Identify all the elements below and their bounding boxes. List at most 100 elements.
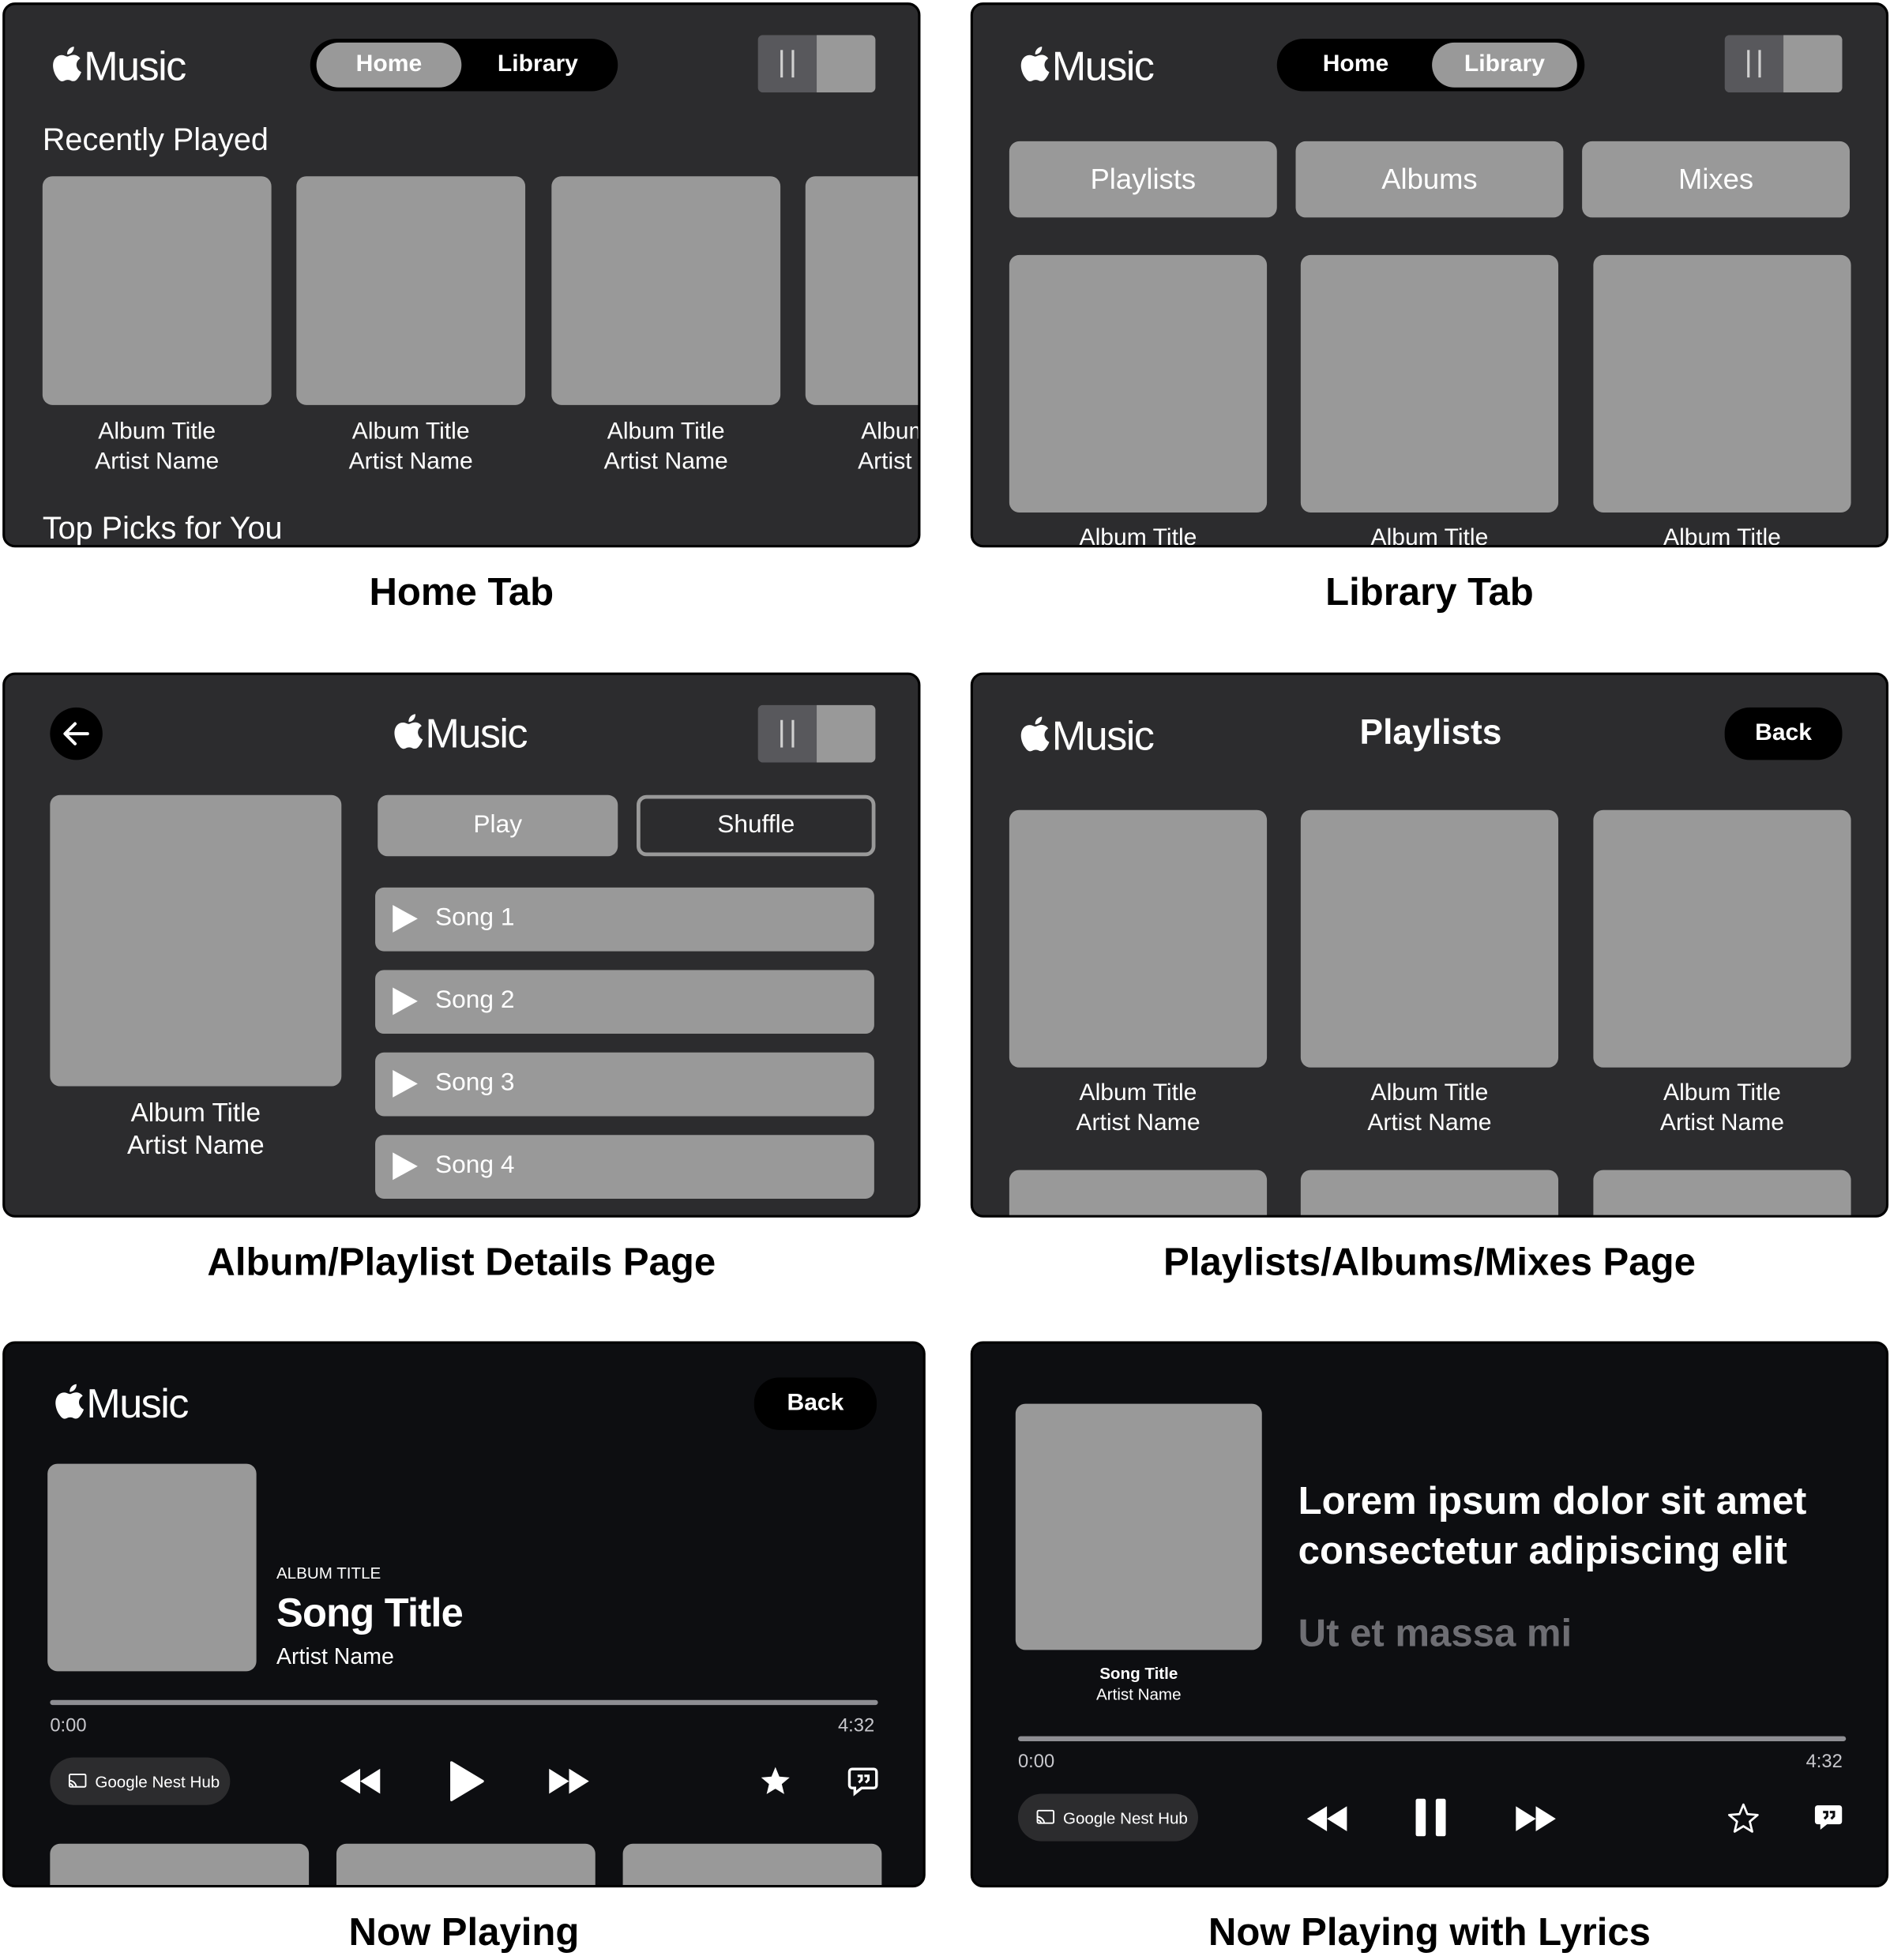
back-arrow-icon: [63, 722, 89, 745]
tab-library[interactable]: Library: [465, 43, 611, 88]
cast-device-button[interactable]: Google Nest Hub: [1017, 1793, 1198, 1842]
up-next-card[interactable]: [50, 1843, 310, 1886]
playlists-screen: Music Playlists Back Album Title Artist N…: [970, 672, 1889, 1218]
album-caption: Album Title Artist Name: [296, 418, 525, 478]
artist-name: Artist Name: [348, 449, 473, 475]
artist-name: Artist Name: [126, 1131, 265, 1160]
song-row[interactable]: Song 2: [375, 970, 874, 1034]
song-row[interactable]: Song 1: [375, 887, 874, 952]
artist-name: Artist Name: [95, 449, 220, 475]
lyrics-bubble-icon[interactable]: [1812, 1801, 1844, 1834]
mixes-category-button[interactable]: Mixes: [1582, 141, 1850, 218]
album-title: Album Title: [861, 419, 918, 445]
cast-device-name: Google Nest Hub: [1062, 1808, 1188, 1827]
back-arrow-button[interactable]: [50, 707, 103, 760]
pause-bars-icon: [1724, 35, 1784, 93]
progress-bar[interactable]: [50, 1699, 878, 1706]
star-outline-icon[interactable]: [1727, 1803, 1760, 1835]
playlist-artwork[interactable]: [1300, 809, 1559, 1068]
album-artwork[interactable]: [1593, 254, 1851, 513]
layout-toggle[interactable]: [1724, 35, 1843, 93]
artist-name: Artist Name: [1096, 1684, 1182, 1704]
playlist-artwork[interactable]: [1593, 809, 1851, 1068]
play-triangle-icon: [393, 1152, 418, 1181]
library-tab-caption: Library Tab: [1325, 569, 1534, 614]
total-time: 4:32: [837, 1714, 875, 1737]
album-artwork[interactable]: [1300, 254, 1559, 513]
home-screen: Music Home Library Recently Played Album…: [2, 2, 921, 548]
album-title-label: ALBUM TITLE: [276, 1564, 381, 1583]
artist-name: Artist Name: [858, 449, 918, 475]
album-title: Album Title: [1663, 1080, 1781, 1106]
app-logo: Music: [392, 710, 528, 757]
shuffle-button[interactable]: Shuffle: [637, 794, 876, 857]
playlist-artwork[interactable]: [1009, 809, 1268, 1068]
album-title: Album Title: [1079, 524, 1197, 548]
tab-home[interactable]: Home: [316, 42, 462, 88]
back-button[interactable]: Back: [1724, 707, 1843, 760]
app-logo: Music: [1018, 712, 1155, 760]
up-next-card[interactable]: [336, 1843, 596, 1886]
album-title: Album Title: [1079, 1080, 1197, 1106]
apple-logo-icon: [1020, 716, 1050, 752]
albums-category-button[interactable]: Albums: [1295, 141, 1564, 218]
up-next-card[interactable]: [622, 1843, 882, 1886]
lyric-current-line: Lorem ipsum dolor sit amet consectetur a…: [1298, 1478, 1807, 1573]
fast-forward-icon[interactable]: [549, 1768, 589, 1794]
apple-logo-icon: [394, 714, 423, 749]
album-caption: Album Title Artist Name: [50, 1098, 341, 1162]
details-page-caption: Album/Playlist Details Page: [207, 1240, 716, 1284]
rewind-icon[interactable]: [340, 1768, 381, 1794]
cast-device-button[interactable]: Google Nest Hub: [50, 1757, 231, 1805]
star-icon[interactable]: [759, 1765, 791, 1797]
app-logo: Music: [53, 1380, 189, 1428]
apple-logo-icon: [53, 47, 81, 81]
play-button[interactable]: Play: [378, 794, 618, 857]
pause-bars-icon: [757, 704, 817, 763]
tab-home[interactable]: Home: [1283, 43, 1429, 88]
album-caption: Album Title Artist Name: [551, 418, 780, 478]
album-caption: Album Title Artist Name: [806, 418, 918, 478]
play-icon[interactable]: [449, 1761, 484, 1801]
details-screen: Music Album Title Artist Name Play Shuff…: [2, 672, 921, 1218]
home-tab-caption: Home Tab: [369, 569, 554, 614]
play-triangle-icon: [393, 987, 418, 1016]
song-label: Song 1: [435, 903, 515, 932]
top-picks-heading: Top Picks for You: [42, 511, 283, 546]
album-artwork[interactable]: [551, 176, 781, 405]
app-logo-text: Music: [1051, 712, 1155, 759]
lyric-next-line: Ut et massa mi: [1298, 1611, 1572, 1655]
fast-forward-icon[interactable]: [1516, 1806, 1556, 1831]
playlists-page-caption: Playlists/Albums/Mixes Page: [1163, 1240, 1696, 1284]
song-label: Song 2: [435, 986, 515, 1014]
app-logo: Music: [50, 43, 186, 90]
back-button[interactable]: Back: [753, 1377, 877, 1430]
song-row[interactable]: Song 4: [375, 1135, 874, 1200]
total-time: 4:32: [1805, 1751, 1843, 1773]
artist-name: Artist Name: [603, 449, 728, 475]
album-artwork[interactable]: [805, 176, 919, 405]
app-logo-text: Music: [425, 710, 528, 757]
tab-library[interactable]: Library: [1432, 42, 1577, 88]
album-title: Album Title: [130, 1098, 261, 1128]
album-artwork[interactable]: [296, 176, 526, 405]
artist-name: Artist Name: [276, 1643, 394, 1669]
now-playing-screen: Music Back ALBUM TITLE Song Title Artist…: [2, 1341, 926, 1888]
progress-bar[interactable]: [1017, 1736, 1847, 1741]
playlists-category-button[interactable]: Playlists: [1009, 141, 1277, 218]
playlist-artwork[interactable]: [1593, 1170, 1851, 1215]
playlist-artwork[interactable]: [1009, 1170, 1268, 1215]
song-row[interactable]: Song 3: [375, 1052, 874, 1117]
now-playing-caption: Now Playing: [348, 1909, 580, 1954]
lyrics-bubble-icon[interactable]: [847, 1765, 879, 1797]
rewind-icon[interactable]: [1306, 1806, 1347, 1831]
elapsed-time: 0:00: [50, 1714, 87, 1737]
cast-icon: [68, 1773, 87, 1788]
layout-toggle[interactable]: [757, 704, 876, 763]
playlist-artwork[interactable]: [1300, 1170, 1559, 1215]
cast-icon: [1036, 1809, 1055, 1824]
layout-toggle[interactable]: [757, 35, 876, 93]
album-artwork[interactable]: [1009, 254, 1268, 513]
album-artwork[interactable]: [42, 176, 272, 405]
pause-icon[interactable]: [1415, 1797, 1447, 1838]
